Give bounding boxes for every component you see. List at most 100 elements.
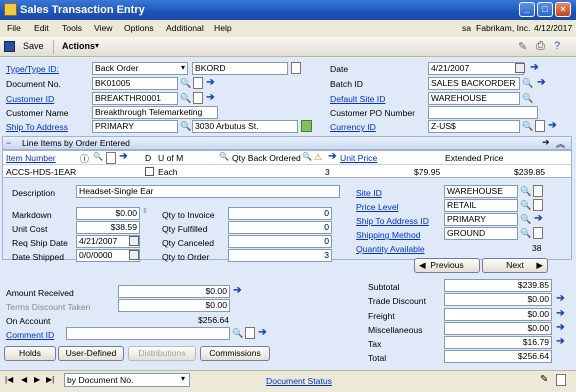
calendar-icon[interactable] [129, 236, 139, 246]
window-note-icon[interactable] [556, 374, 566, 386]
currency-id-field[interactable]: Z-US$ [428, 120, 520, 133]
menu-file[interactable]: File [7, 23, 21, 33]
lookup-icon[interactable]: 🔍 [522, 78, 533, 89]
row-item-number[interactable]: ACCS-HDS-1EAR [6, 167, 76, 177]
menu-help[interactable]: Help [214, 23, 232, 33]
customer-name-field[interactable]: Breakthrough Telemarketing [92, 106, 218, 119]
calendar-icon[interactable] [515, 63, 525, 73]
note-icon[interactable] [193, 77, 203, 89]
batch-id-field[interactable]: SALES BACKORDER [428, 77, 520, 90]
ship-to-label[interactable]: Ship To Address [6, 122, 68, 132]
last-record-icon[interactable]: ▶| [46, 375, 54, 384]
spinner-icon[interactable]: ⇕ [142, 207, 148, 215]
note-icon[interactable] [535, 120, 545, 132]
type-select[interactable]: Back Order [92, 62, 188, 75]
col-unit-price[interactable]: Unit Price [340, 153, 377, 163]
customer-id-label[interactable]: Customer ID [6, 94, 54, 104]
note-icon[interactable] [533, 227, 543, 239]
menu-edit[interactable]: Edit [34, 23, 49, 33]
markdown-field[interactable]: $0.00 [76, 207, 140, 220]
lookup-icon[interactable]: 🔍 [180, 93, 191, 104]
next-button[interactable]: Next ▶ [482, 258, 548, 273]
type-label[interactable]: Type/Type ID: [6, 64, 59, 74]
row-unit-price[interactable]: $79.95 [414, 167, 440, 177]
trade-discount-field[interactable]: $0.00 [444, 293, 552, 306]
type-dropdown-icon[interactable]: ▾ [181, 63, 185, 72]
lookup-icon[interactable]: 🔍 [520, 186, 531, 197]
lookup-icon[interactable]: 🔍 [520, 228, 531, 239]
sort-by-select[interactable]: by Document No. [64, 373, 190, 387]
note-icon[interactable] [533, 199, 543, 211]
expand-arrow-icon[interactable]: ➔ [555, 294, 566, 305]
default-site-field[interactable]: WAREHOUSE [428, 92, 520, 105]
expand-arrow-icon[interactable]: ➔ [555, 309, 566, 320]
maximize-button[interactable]: □ [537, 2, 553, 17]
expand-arrow-icon[interactable]: ➔ [529, 63, 540, 74]
price-level-field[interactable]: RETAIL [444, 199, 518, 212]
holds-button[interactable]: Holds [4, 346, 56, 361]
menu-additional[interactable]: Additional [166, 23, 204, 33]
menu-options[interactable]: Options [124, 23, 154, 33]
expand-arrow-icon[interactable]: ➔ [205, 93, 216, 104]
amount-received-field[interactable]: $0.00 [118, 285, 230, 298]
ship-to-address-field[interactable]: 3030 Arbutus St. [192, 120, 298, 133]
lookup-icon[interactable]: 🔍 [93, 152, 103, 161]
collapse-icon[interactable]: − [6, 138, 11, 148]
qty-order-field[interactable]: 3 [228, 249, 332, 262]
qty-canceled-field[interactable]: 0 [228, 235, 332, 248]
previous-button[interactable]: ◀ Previous [414, 258, 480, 273]
line-site-field[interactable]: WAREHOUSE [444, 185, 518, 198]
type-id-field[interactable]: BKORD [192, 62, 288, 75]
price-level-label[interactable]: Price Level [356, 202, 399, 212]
minimize-button[interactable]: _ [519, 2, 535, 17]
lookup-icon[interactable]: 🔍 [180, 121, 191, 132]
ship-address-id-field[interactable]: PRIMARY [444, 213, 518, 226]
ship-to-id-field[interactable]: PRIMARY [92, 120, 178, 133]
menu-tools[interactable]: Tools [62, 23, 82, 33]
qty-invoice-field[interactable]: 0 [228, 207, 332, 220]
expand-arrow-icon[interactable]: ➔ [257, 328, 268, 339]
qty-available-label[interactable]: Quantity Available [356, 244, 425, 254]
expand-arrow-icon[interactable]: ➔ [536, 78, 547, 89]
row-uofm[interactable]: Each [158, 167, 178, 177]
lookup-icon[interactable]: 🔍 [232, 328, 243, 339]
expand-arrow-icon[interactable]: ➔ [327, 152, 338, 163]
line-site-label[interactable]: Site ID [356, 188, 382, 198]
sort-dropdown-icon[interactable]: ▾ [181, 374, 185, 383]
expand-arrow-icon[interactable]: ➔ [547, 121, 558, 132]
lookup-icon[interactable]: 🔍 [522, 93, 533, 104]
customer-po-field[interactable] [428, 106, 538, 119]
close-button[interactable]: × [555, 2, 571, 17]
row-qty[interactable]: 3 [325, 167, 330, 177]
user-defined-button[interactable]: User-Defined [58, 346, 124, 361]
tools-icon[interactable]: ✎ [518, 40, 527, 53]
ship-address-id-label[interactable]: Ship To Address ID [356, 216, 429, 226]
drop-ship-checkbox[interactable] [145, 167, 154, 176]
commissions-button[interactable]: Commissions [200, 346, 270, 361]
default-site-label[interactable]: Default Site ID [330, 94, 385, 104]
lookup-icon[interactable]: 🔍 [180, 78, 191, 89]
expand-arrow-icon[interactable]: ➔ [555, 337, 566, 348]
document-no-field[interactable]: BK01005 [92, 77, 178, 90]
comment-id-label[interactable]: Comment ID [6, 330, 54, 340]
first-record-icon[interactable]: |◀ [5, 375, 13, 384]
document-status-link[interactable]: Document Status [266, 376, 332, 386]
menu-view[interactable]: View [94, 23, 112, 33]
note-icon[interactable] [245, 327, 255, 339]
description-field[interactable]: Headset-Single Ear [76, 185, 340, 198]
note-icon[interactable] [291, 62, 301, 74]
customer-id-field[interactable]: BREAKTHR0001 [92, 92, 178, 105]
calendar-icon[interactable] [129, 250, 139, 260]
shipping-method-field[interactable]: GROUND [444, 227, 518, 240]
unit-cost-field[interactable]: $38.59 [76, 221, 140, 234]
note-icon[interactable]: ✎ [540, 374, 548, 385]
save-button[interactable]: Save [23, 41, 44, 51]
expand-icon[interactable]: ➔ [542, 137, 550, 148]
col-item-number[interactable]: Item Number [6, 153, 56, 163]
row-extended-price[interactable]: $239.85 [514, 167, 545, 177]
lookup-icon[interactable]: 🔍 [520, 200, 531, 211]
lookup-icon[interactable]: 🔍 [302, 152, 312, 161]
comment-id-field[interactable] [66, 327, 230, 340]
lookup-icon[interactable]: 🔍 [520, 214, 531, 225]
expand-arrow-icon[interactable]: ➔ [533, 214, 544, 225]
